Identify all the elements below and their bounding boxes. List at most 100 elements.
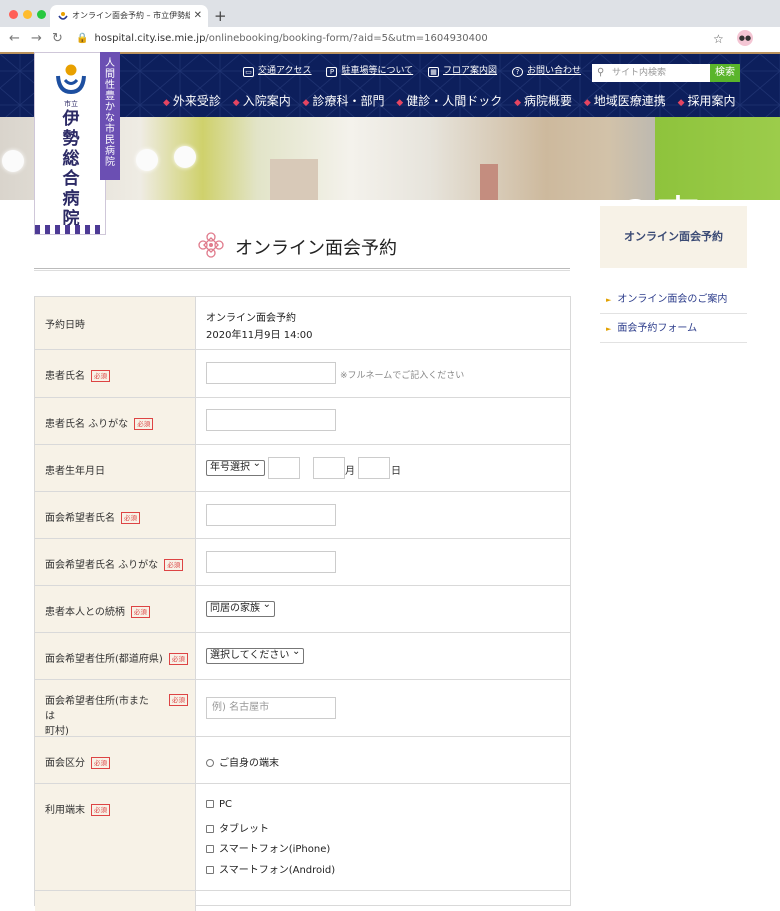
profile-avatar[interactable]: ●● [737,30,753,46]
form-row-device: 利用端末 必須 PC タブレット スマートフォン(iPhone) スマートフォン(… [35,784,570,891]
close-window-button[interactable] [9,10,18,19]
forward-arrow-icon[interactable]: → [31,31,42,47]
form-row-patient-kana: 患者氏名 ふりがな 必須 [35,398,570,445]
birth-month-input[interactable] [313,457,345,479]
checkbox-icon [206,845,214,853]
visitor-name-label: 面会希望者氏名 [45,513,115,524]
search-icon: ⚲ [597,67,605,78]
reservation-value: オンライン面会予約 2020年11月9日 14:00 [206,313,313,341]
patient-kana-label: 患者氏名 ふりがな [45,419,129,430]
birth-era-select[interactable]: 年号選択 [206,457,265,476]
triangle-right-icon: ► [606,296,612,304]
patient-name-note: ※フルネームでご記入ください [340,371,465,381]
prefecture-select[interactable]: 選択してください [206,645,305,664]
visitor-kana-label: 面会希望者氏名 ふりがな [45,560,159,571]
address-bar[interactable]: 🔒 hospital.city.ise.mie.jp/onlinebooking/… [76,31,488,47]
required-badge: 必須 [91,804,110,816]
page-title: オンライン面会予約 [198,232,578,262]
lock-icon: 🔒 [76,33,89,44]
nav-recruit[interactable]: ◆ 採用案内 [678,92,736,109]
form-row-patient-name: 患者氏名 必須 ※フルネームでご記入ください [35,350,570,398]
title-divider [34,268,570,271]
bus-icon: ▭ [243,67,254,77]
nav-regional[interactable]: ◆ 地域医療連携 [584,92,666,109]
browser-toolbar: ← → ↻ 🔒 hospital.city.ise.mie.jp/onlinebo… [0,27,780,71]
diamond-icon: ◆ [677,98,685,108]
diamond-icon: ◆ [583,98,591,108]
tab-title: オンライン面会予約 – 市立伊勢総 [72,11,190,20]
visit-type-radio[interactable]: ご自身の端末 [206,754,279,769]
birth-month-unit: 月 [345,466,355,477]
utility-access-link[interactable]: ▭ 交通アクセス [243,62,312,80]
visitor-kana-input[interactable] [206,551,336,573]
birthdate-label: 患者生年月日 [45,466,105,477]
city-label-line2: 町村) [45,726,69,737]
form-row-next [35,891,570,911]
ward-sign: 3南 [622,193,706,201]
bookmark-star-icon[interactable]: ☆ [713,31,724,47]
checkbox-icon [206,825,214,833]
nav-checkup[interactable]: ◆ 健診・人間ドック [396,92,502,109]
url-path: /onlinebooking/booking-form/?aid=5&utm=1… [205,33,488,44]
minimize-window-button[interactable] [23,10,32,19]
reload-icon[interactable]: ↻ [52,31,63,47]
site-search-input[interactable]: ⚲ サイト内検索 [592,64,710,82]
required-badge: 必須 [169,694,188,706]
city-input[interactable]: 例) 名古屋市 [206,697,336,719]
form-row-visit-type: 面会区分 必須 ご自身の端末 [35,737,570,784]
nav-inpatient[interactable]: ◆ 入院案内 [233,92,291,109]
sidebar-link-booking-form[interactable]: ► 面会予約フォーム [600,315,747,343]
fire-cabinet [480,164,498,200]
birth-day-input[interactable] [358,457,390,479]
relation-label: 患者本人との続柄 [45,607,125,618]
checkbox-icon [206,866,214,874]
triangle-right-icon: ► [606,325,612,333]
maximize-window-button[interactable] [37,10,46,19]
floor-map-icon: ▦ [428,67,440,77]
reservation-label: 予約日時 [45,320,85,331]
form-row-visitor-kana: 面会希望者氏名 ふりがな 必須 [35,539,570,586]
nav-departments[interactable]: ◆ 診療科・部門 [303,92,385,109]
required-badge: 必須 [130,606,150,618]
tab-close-icon[interactable]: ✕ [194,5,202,27]
device-checkbox-tablet[interactable]: タブレット [206,820,269,835]
search-button[interactable]: 検索 [710,64,740,82]
lamp-icon [136,149,158,171]
nav-outpatient[interactable]: ◆ 外来受診 [163,92,221,109]
form-row-visitor-name: 面会希望者氏名 必須 [35,492,570,539]
device-checkbox-pc[interactable]: PC [206,799,232,810]
hospital-logo[interactable]: 市立 伊 勢 総 合 病 院 [34,52,106,235]
device-checkbox-android[interactable]: スマートフォン(Android) [206,861,335,876]
utility-floor-map-link[interactable]: ▦ フロア案内図 [428,62,497,80]
diamond-icon: ◆ [232,98,240,108]
required-badge: 必須 [164,559,184,571]
required-badge: 必須 [91,757,110,769]
patient-name-input[interactable] [206,362,336,384]
page-title-text: オンライン面会予約 [235,238,397,259]
device-checkbox-iphone[interactable]: スマートフォン(iPhone) [206,840,330,855]
visitor-name-input[interactable] [206,504,336,526]
site-favicon-icon [58,12,68,20]
diamond-icon: ◆ [396,98,404,108]
required-badge: 必須 [121,512,140,524]
lamp-icon [174,146,196,168]
birth-year-input[interactable] [268,457,300,479]
browser-tab[interactable]: オンライン面会予約 – 市立伊勢総 ✕ [50,5,208,27]
required-badge: 必須 [91,370,110,382]
new-tab-button[interactable]: + [214,5,227,27]
nav-about[interactable]: ◆ 病院概要 [514,92,572,109]
visit-type-label: 面会区分 [45,758,85,769]
inquiry-icon: ? [511,67,523,77]
global-nav: ◆ 外来受診 ◆ 入院案内 ◆ 診療科・部門 ◆ 健診・人間ドック ◆ 病院概要 ◆ 地域医… [163,92,744,109]
utility-inquiry-link[interactable]: ? お問い合わせ [511,62,581,80]
door-panel [270,159,318,200]
back-arrow-icon[interactable]: ← [9,31,20,47]
tagline: 人間性豊かな市民病院 [100,52,120,180]
diamond-icon: ◆ [302,98,310,108]
utility-parking-link[interactable]: P 駐車場等について [326,62,413,80]
patient-kana-input[interactable] [206,409,336,431]
relation-select[interactable]: 同居の家族 [206,598,275,617]
sidebar-link-guide[interactable]: ► オンライン面会のご案内 [600,286,747,314]
prefecture-label: 面会希望者住所(都道府県) [45,654,163,665]
diamond-icon: ◆ [163,98,170,108]
